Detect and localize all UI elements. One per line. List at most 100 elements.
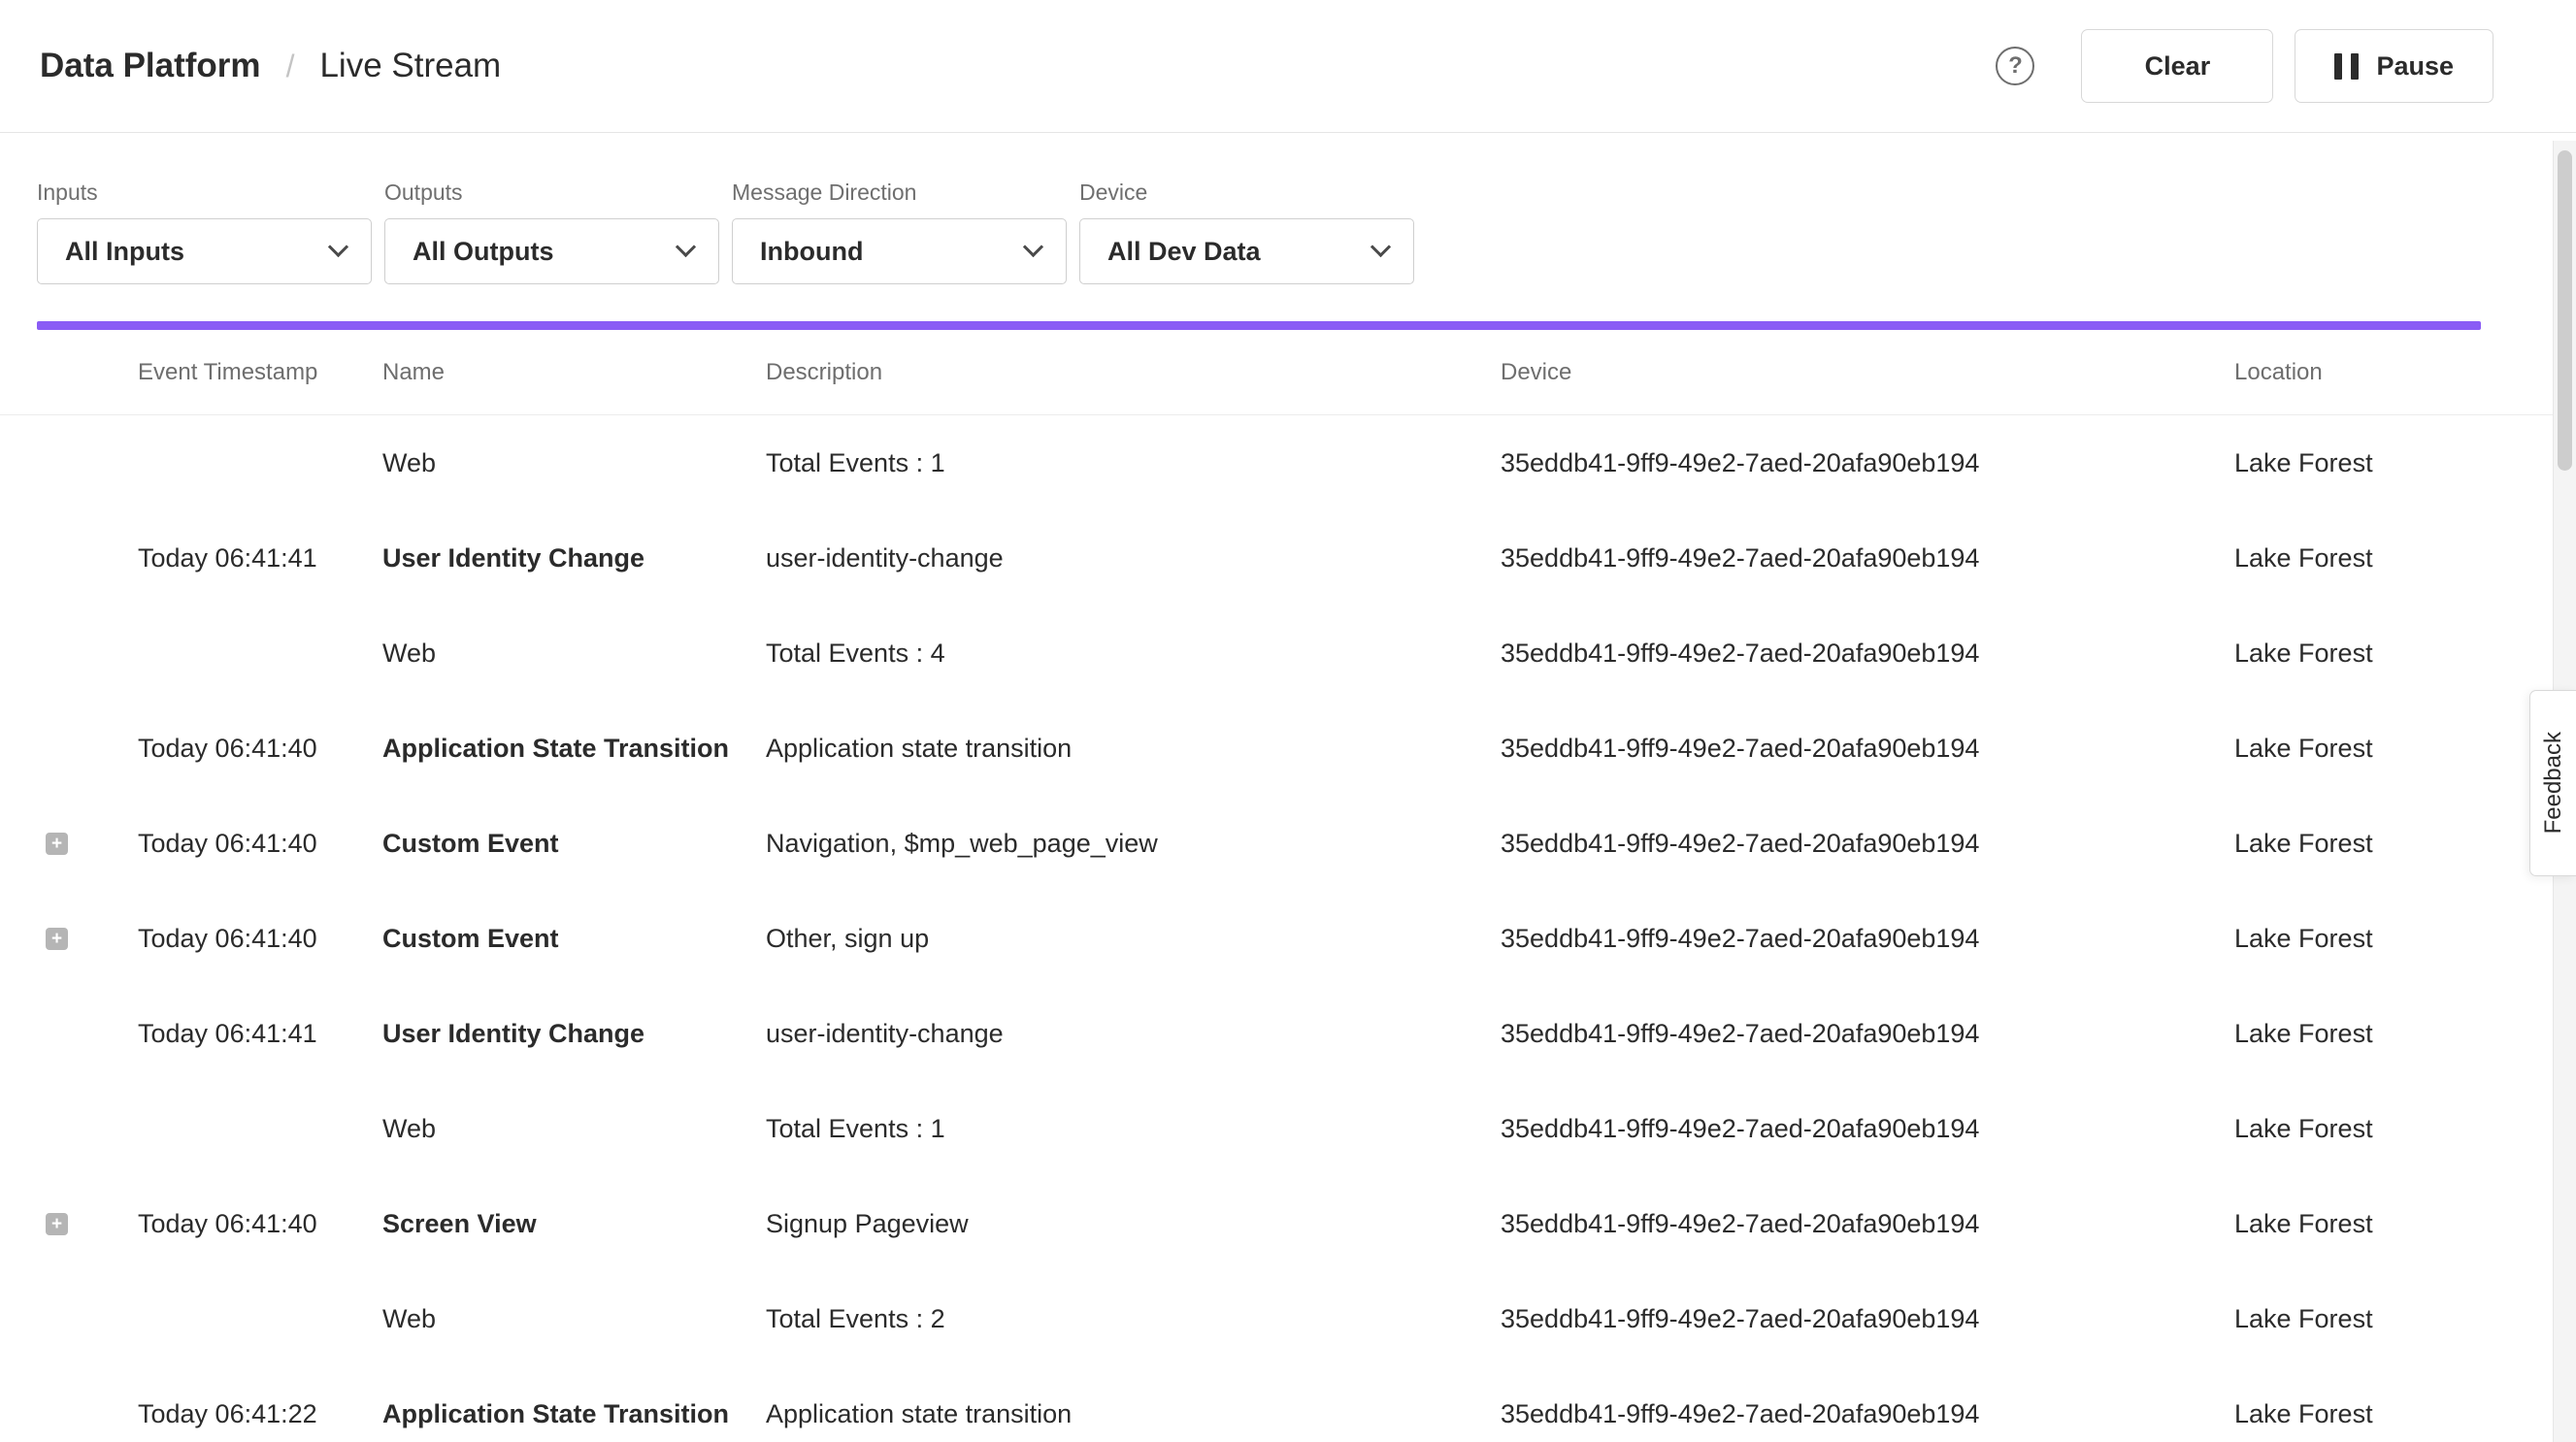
filter-message-direction-label: Message Direction: [732, 180, 1067, 205]
event-name: User Identity Change: [382, 1019, 766, 1049]
table-row[interactable]: + Today 06:41:40 Custom Event Navigation…: [0, 796, 2576, 891]
chevron-down-icon: [328, 237, 348, 257]
event-name: Web: [382, 1304, 766, 1334]
column-header-description: Description: [766, 359, 1501, 386]
expand-icon[interactable]: +: [46, 928, 68, 950]
event-device: 35eddb41-9ff9-49e2-7aed-20afa90eb194: [1501, 734, 2234, 764]
event-description: Total Events : 2: [766, 1304, 1501, 1334]
column-header-device: Device: [1501, 359, 2234, 386]
event-location: Lake Forest: [2234, 543, 2481, 574]
header: Data Platform / Live Stream ? Clear Paus…: [0, 0, 2576, 133]
filter-device-label: Device: [1079, 180, 1414, 205]
event-timestamp: Today 06:41:22: [138, 1399, 382, 1429]
clear-button[interactable]: Clear: [2081, 29, 2273, 103]
event-name: Application State Transition: [382, 734, 766, 764]
message-direction-select-value: Inbound: [760, 237, 863, 267]
event-name: Web: [382, 1114, 766, 1144]
event-name: Screen View: [382, 1209, 766, 1239]
event-name: Application State Transition: [382, 1399, 766, 1429]
event-location: Lake Forest: [2234, 1304, 2481, 1334]
event-description: Signup Pageview: [766, 1209, 1501, 1239]
filter-outputs: Outputs All Outputs: [384, 180, 719, 284]
event-description: Total Events : 4: [766, 639, 1501, 669]
event-description: Application state transition: [766, 1399, 1501, 1429]
breadcrumb: Data Platform / Live Stream: [40, 47, 501, 85]
event-timestamp: Today 06:41:41: [138, 1019, 382, 1049]
inputs-select-value: All Inputs: [65, 237, 184, 267]
expand-icon[interactable]: +: [46, 833, 68, 855]
event-location: Lake Forest: [2234, 829, 2481, 859]
inputs-select[interactable]: All Inputs: [37, 218, 372, 284]
filter-message-direction: Message Direction Inbound: [732, 180, 1067, 284]
pause-button[interactable]: Pause: [2295, 29, 2493, 103]
event-name: Custom Event: [382, 924, 766, 954]
event-description: Navigation, $mp_web_page_view: [766, 829, 1501, 859]
table-header: Event Timestamp Name Description Device …: [0, 330, 2576, 415]
event-device: 35eddb41-9ff9-49e2-7aed-20afa90eb194: [1501, 1209, 2234, 1239]
device-select[interactable]: All Dev Data: [1079, 218, 1414, 284]
event-description: Application state transition: [766, 734, 1501, 764]
breadcrumb-data-platform[interactable]: Data Platform: [40, 47, 261, 85]
event-name: Web: [382, 639, 766, 669]
table-row[interactable]: Today 06:41:40 Application State Transit…: [0, 701, 2576, 796]
event-location: Lake Forest: [2234, 1209, 2481, 1239]
table-row[interactable]: + Today 06:41:40 Screen View Signup Page…: [0, 1176, 2576, 1271]
feedback-tab[interactable]: Feedback: [2529, 690, 2576, 876]
event-description: user-identity-change: [766, 1019, 1501, 1049]
event-location: Lake Forest: [2234, 639, 2481, 669]
table-row[interactable]: Web Total Events : 1 35eddb41-9ff9-49e2-…: [0, 415, 2576, 510]
clear-button-label: Clear: [2145, 51, 2211, 82]
live-stream-page: Data Platform / Live Stream ? Clear Paus…: [0, 0, 2576, 1442]
table-row[interactable]: Today 06:41:41 User Identity Change user…: [0, 986, 2576, 1081]
table-row[interactable]: Web Total Events : 4 35eddb41-9ff9-49e2-…: [0, 606, 2576, 701]
stream-progress-bar: [37, 321, 2481, 330]
event-location: Lake Forest: [2234, 1399, 2481, 1429]
event-name: Web: [382, 448, 766, 478]
scrollbar-thumb[interactable]: [2558, 150, 2572, 471]
event-device: 35eddb41-9ff9-49e2-7aed-20afa90eb194: [1501, 924, 2234, 954]
event-device: 35eddb41-9ff9-49e2-7aed-20afa90eb194: [1501, 829, 2234, 859]
event-description: Total Events : 1: [766, 1114, 1501, 1144]
feedback-tab-label: Feedback: [2540, 732, 2567, 834]
pause-button-label: Pause: [2376, 51, 2454, 82]
event-device: 35eddb41-9ff9-49e2-7aed-20afa90eb194: [1501, 1304, 2234, 1334]
table-row[interactable]: Today 06:41:22 Application State Transit…: [0, 1366, 2576, 1442]
event-device: 35eddb41-9ff9-49e2-7aed-20afa90eb194: [1501, 1399, 2234, 1429]
column-header-location: Location: [2234, 359, 2481, 386]
outputs-select[interactable]: All Outputs: [384, 218, 719, 284]
table-row[interactable]: + Today 06:41:40 Custom Event Other, sig…: [0, 891, 2576, 986]
expand-icon[interactable]: +: [46, 1213, 68, 1235]
filter-inputs: Inputs All Inputs: [37, 180, 372, 284]
event-location: Lake Forest: [2234, 448, 2481, 478]
event-description: Other, sign up: [766, 924, 1501, 954]
event-device: 35eddb41-9ff9-49e2-7aed-20afa90eb194: [1501, 639, 2234, 669]
message-direction-select[interactable]: Inbound: [732, 218, 1067, 284]
event-timestamp: Today 06:41:40: [138, 829, 382, 859]
event-device: 35eddb41-9ff9-49e2-7aed-20afa90eb194: [1501, 1114, 2234, 1144]
table-row[interactable]: Today 06:41:41 User Identity Change user…: [0, 510, 2576, 606]
event-timestamp: Today 06:41:40: [138, 734, 382, 764]
device-select-value: All Dev Data: [1107, 237, 1261, 267]
event-description: Total Events : 1: [766, 448, 1501, 478]
table-row[interactable]: Web Total Events : 1 35eddb41-9ff9-49e2-…: [0, 1081, 2576, 1176]
event-description: user-identity-change: [766, 543, 1501, 574]
event-location: Lake Forest: [2234, 924, 2481, 954]
filter-device: Device All Dev Data: [1079, 180, 1414, 284]
event-timestamp: Today 06:41:40: [138, 1209, 382, 1239]
filter-outputs-label: Outputs: [384, 180, 719, 205]
column-header-name: Name: [382, 359, 766, 386]
filter-inputs-label: Inputs: [37, 180, 372, 205]
help-button[interactable]: ?: [1996, 47, 2034, 85]
chevron-down-icon: [1371, 237, 1391, 257]
event-device: 35eddb41-9ff9-49e2-7aed-20afa90eb194: [1501, 1019, 2234, 1049]
filters-bar: Inputs All Inputs Outputs All Outputs Me…: [0, 133, 2576, 284]
event-device: 35eddb41-9ff9-49e2-7aed-20afa90eb194: [1501, 543, 2234, 574]
event-device: 35eddb41-9ff9-49e2-7aed-20afa90eb194: [1501, 448, 2234, 478]
table-row[interactable]: Web Total Events : 2 35eddb41-9ff9-49e2-…: [0, 1271, 2576, 1366]
events-table: Event Timestamp Name Description Device …: [0, 330, 2576, 1442]
event-timestamp: Today 06:41:40: [138, 924, 382, 954]
chevron-down-icon: [676, 237, 696, 257]
event-location: Lake Forest: [2234, 1019, 2481, 1049]
event-name: User Identity Change: [382, 543, 766, 574]
chevron-down-icon: [1023, 237, 1043, 257]
